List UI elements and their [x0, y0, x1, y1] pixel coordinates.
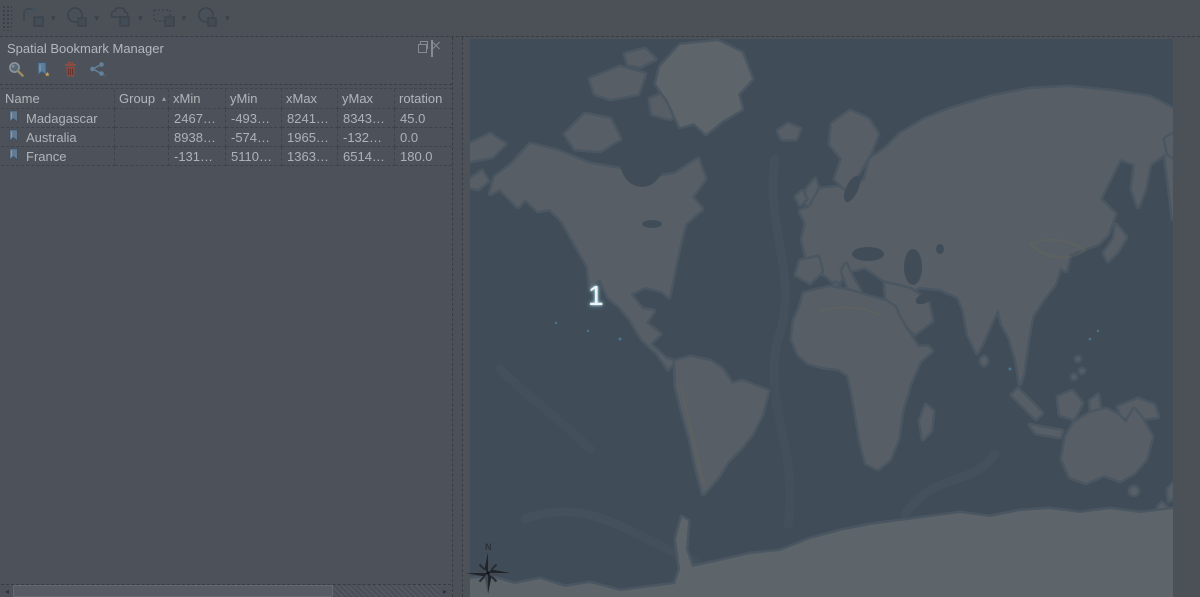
- toolbar-button-5[interactable]: ▾: [194, 3, 230, 33]
- magnifier-icon: [8, 61, 25, 83]
- toolbar-button-1[interactable]: ▾: [20, 3, 56, 33]
- close-panel-button[interactable]: [431, 41, 442, 52]
- svg-text:N: N: [485, 542, 492, 552]
- bookmark-xmax: 8241…: [282, 109, 338, 128]
- bookmark-ymax: 6514…: [338, 147, 395, 166]
- bookmark-table: Name Group▴ xMin yMin xMax yMax rotation…: [1, 88, 452, 166]
- bookmark-icon: [8, 109, 19, 128]
- toolbar-button-3[interactable]: ▾: [107, 3, 143, 33]
- layer-bookmark-icon: [20, 5, 46, 31]
- column-header-group[interactable]: Group▴: [115, 89, 169, 109]
- table-header-row: Name Group▴ xMin yMin xMax yMax rotation: [1, 89, 452, 109]
- delete-bookmark-button[interactable]: [61, 63, 79, 81]
- spatial-bookmark-manager-panel: Spatial Bookmark Manager: [0, 37, 453, 597]
- table-row[interactable]: Madagascar 2467… -493… 8241… 8343… 45.0: [1, 109, 452, 128]
- globe-gear-icon: [194, 5, 220, 31]
- bookmark-ymin: -493…: [226, 109, 282, 128]
- bookmark-xmax: 1965…: [282, 128, 338, 147]
- horizontal-scrollbar[interactable]: ◂ ▸: [1, 584, 451, 597]
- scroll-right-arrow-icon[interactable]: ▸: [439, 585, 451, 597]
- panel-title: Spatial Bookmark Manager: [7, 41, 164, 56]
- bookmark-rotation: 180.0: [395, 147, 452, 166]
- bookmark-toolbar: [0, 59, 452, 85]
- bookmark-name: France: [26, 147, 66, 166]
- scrollbar-groove[interactable]: [333, 585, 439, 597]
- world-map: [470, 39, 1173, 597]
- column-header-xmin[interactable]: xMin: [169, 89, 226, 109]
- bookmark-group: [115, 128, 169, 147]
- main-toolbar: ▾ ▾ ▾: [0, 0, 1200, 37]
- map-canvas[interactable]: 1 N: [462, 37, 1172, 597]
- gear-circle-icon: [64, 5, 90, 31]
- column-header-ymin[interactable]: yMin: [226, 89, 282, 109]
- bookmark-group: [115, 109, 169, 128]
- bookmark-ymax: -132…: [338, 128, 395, 147]
- bookmark-name: Australia: [26, 128, 77, 147]
- trash-icon: [63, 61, 78, 83]
- chevron-down-icon[interactable]: ▾: [138, 14, 143, 23]
- bookmark-xmax: 1363…: [282, 147, 338, 166]
- close-icon: [431, 40, 433, 57]
- float-panel-button[interactable]: [417, 41, 428, 52]
- toolbar-button-2[interactable]: ▾: [64, 3, 100, 33]
- qgis-window: ▾ ▾ ▾: [0, 0, 1200, 597]
- scrollbar-thumb[interactable]: [13, 585, 333, 597]
- bookmark-ymin: 5110…: [226, 147, 282, 166]
- column-header-ymax[interactable]: yMax: [338, 89, 395, 109]
- table-row[interactable]: France -131… 5110… 1363… 6514… 180.0: [1, 147, 452, 166]
- bookmark-xmin: 2467…: [169, 109, 226, 128]
- table-row[interactable]: Australia 8938… -574… 1965… -132… 0.0: [1, 128, 452, 147]
- extent-rect-icon: [151, 5, 177, 31]
- toolbar-drag-handle[interactable]: [2, 5, 12, 31]
- chevron-down-icon[interactable]: ▾: [95, 14, 100, 23]
- bookmark-rotation: 45.0: [395, 109, 452, 128]
- bookmark-marker-label: 1: [588, 280, 604, 312]
- column-header-xmax[interactable]: xMax: [282, 89, 338, 109]
- cloud-gear-icon: [107, 5, 133, 31]
- bookmark-ymin: -574…: [226, 128, 282, 147]
- float-icon: [420, 41, 428, 49]
- bookmark-xmin: 8938…: [169, 128, 226, 147]
- chevron-down-icon[interactable]: ▾: [182, 14, 187, 23]
- bookmark-rotation: 0.0: [395, 128, 452, 147]
- north-arrow-compass: N: [464, 539, 512, 595]
- bookmark-ymax: 8343…: [338, 109, 395, 128]
- panel-titlebar[interactable]: Spatial Bookmark Manager: [0, 37, 452, 59]
- sort-ascending-icon: ▴: [162, 89, 166, 109]
- bookmark-icon: [8, 147, 19, 166]
- chevron-down-icon[interactable]: ▾: [225, 14, 230, 23]
- share-bookmarks-button[interactable]: [88, 63, 106, 81]
- chevron-down-icon[interactable]: ▾: [51, 14, 56, 23]
- bookmark-add-icon: [35, 61, 51, 83]
- add-bookmark-button[interactable]: [34, 63, 52, 81]
- bookmark-xmin: -131…: [169, 147, 226, 166]
- scroll-left-arrow-icon[interactable]: ◂: [1, 585, 13, 597]
- zoom-to-bookmark-button[interactable]: [7, 63, 25, 81]
- bookmark-name: Madagascar: [26, 109, 98, 128]
- share-icon: [89, 61, 106, 82]
- bookmark-group: [115, 147, 169, 166]
- column-header-name[interactable]: Name: [1, 89, 115, 109]
- toolbar-button-4[interactable]: ▾: [151, 3, 187, 33]
- column-header-rotation[interactable]: rotation: [395, 89, 452, 109]
- bookmark-icon: [8, 128, 19, 147]
